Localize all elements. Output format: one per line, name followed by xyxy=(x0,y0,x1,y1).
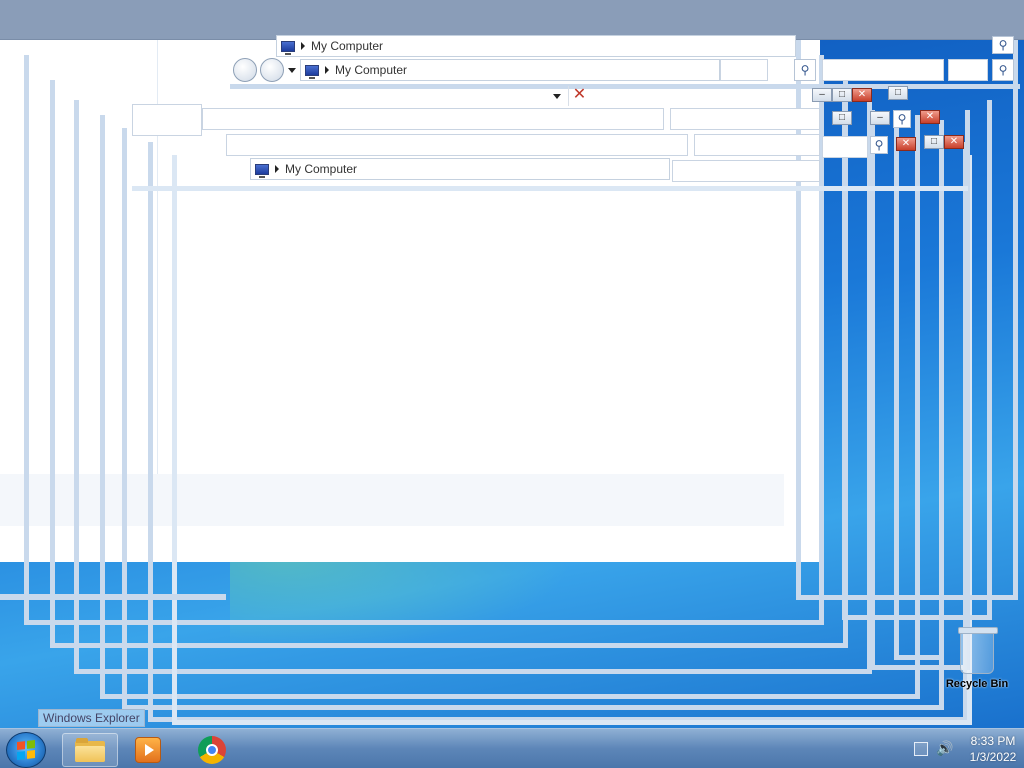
search-icon[interactable]: ⚲ xyxy=(794,59,816,81)
search-icon[interactable]: ⚲ xyxy=(992,36,1014,54)
address-label[interactable]: My Computer xyxy=(335,63,407,77)
address-bar[interactable]: My Computer xyxy=(300,59,720,81)
close-button[interactable]: ✕ xyxy=(852,88,872,102)
maximize-button[interactable]: □ xyxy=(832,88,852,102)
recycle-bin[interactable]: Recycle Bin xyxy=(942,627,1012,690)
maximize-button[interactable]: □ xyxy=(832,111,852,125)
recycle-bin-label[interactable]: Recycle Bin xyxy=(942,678,1012,690)
clock-date: 1/3/2022 xyxy=(969,750,1017,764)
restore-button[interactable]: □ xyxy=(888,86,908,100)
computer-icon xyxy=(281,40,295,55)
recent-pages-dropdown-icon[interactable] xyxy=(288,68,296,73)
close-button[interactable]: ✕ xyxy=(896,137,916,151)
forward-button[interactable] xyxy=(260,58,284,82)
taskbar-item-windows-explorer[interactable] xyxy=(62,733,118,767)
computer-icon xyxy=(305,64,319,79)
search-icon[interactable]: ⚲ xyxy=(992,59,1014,81)
ghost-window-edge xyxy=(0,594,226,600)
close-button[interactable]: ✕ xyxy=(920,110,940,124)
back-button[interactable] xyxy=(233,58,257,82)
taskbar-item-media-player[interactable] xyxy=(120,733,176,767)
volume-icon[interactable]: 🔊 xyxy=(936,740,953,757)
close-icon[interactable]: ✕ xyxy=(568,86,590,106)
address-label[interactable]: My Computer xyxy=(285,162,357,176)
taskbar-item-chrome[interactable] xyxy=(184,733,240,767)
search-icon[interactable]: ⚲ xyxy=(870,136,888,154)
ghost-window-edge xyxy=(132,186,968,191)
close-button[interactable]: ✕ xyxy=(944,135,964,149)
search-field[interactable] xyxy=(670,108,820,130)
minimize-button[interactable]: – xyxy=(812,88,832,102)
folder-icon xyxy=(75,738,105,762)
clock-time: 8:33 PM xyxy=(970,734,1016,748)
chrome-icon xyxy=(198,736,226,764)
search-field[interactable] xyxy=(720,59,768,81)
address-dropdown-icon[interactable] xyxy=(553,94,561,99)
breadcrumb-arrow-icon[interactable] xyxy=(301,42,305,50)
address-label[interactable]: My Computer xyxy=(311,39,383,53)
ghost-window-frame xyxy=(894,120,944,660)
windows-logo-icon xyxy=(17,740,35,760)
search-field[interactable] xyxy=(948,59,988,81)
taskbar-tooltip: Windows Explorer xyxy=(38,709,145,727)
address-bar[interactable]: My Computer xyxy=(250,158,670,180)
title-band xyxy=(0,0,1024,40)
maximize-button[interactable]: □ xyxy=(924,135,944,149)
minimize-button[interactable]: – xyxy=(870,111,890,125)
media-player-icon xyxy=(135,737,161,763)
breadcrumb-arrow-icon[interactable] xyxy=(275,165,279,173)
search-icon[interactable]: ⚲ xyxy=(893,110,911,128)
address-field[interactable] xyxy=(226,134,688,156)
recycle-bin-icon[interactable] xyxy=(958,627,998,674)
search-field[interactable] xyxy=(694,134,820,156)
search-field[interactable] xyxy=(822,136,868,158)
search-field[interactable] xyxy=(672,160,820,182)
network-icon[interactable] xyxy=(914,742,928,756)
start-button[interactable] xyxy=(6,732,46,768)
breadcrumb-arrow-icon[interactable] xyxy=(325,66,329,74)
clock[interactable]: 8:33 PM 1/3/2022 xyxy=(964,733,1022,765)
address-bar[interactable]: My Computer xyxy=(276,35,796,57)
search-field[interactable] xyxy=(822,59,944,81)
taskbar: 🔊 8:33 PM 1/3/2022 xyxy=(0,728,1024,768)
toolbar-field xyxy=(132,104,202,136)
system-tray: 🔊 8:33 PM 1/3/2022 xyxy=(884,729,1024,768)
address-field[interactable] xyxy=(202,108,664,130)
computer-icon xyxy=(255,163,269,178)
